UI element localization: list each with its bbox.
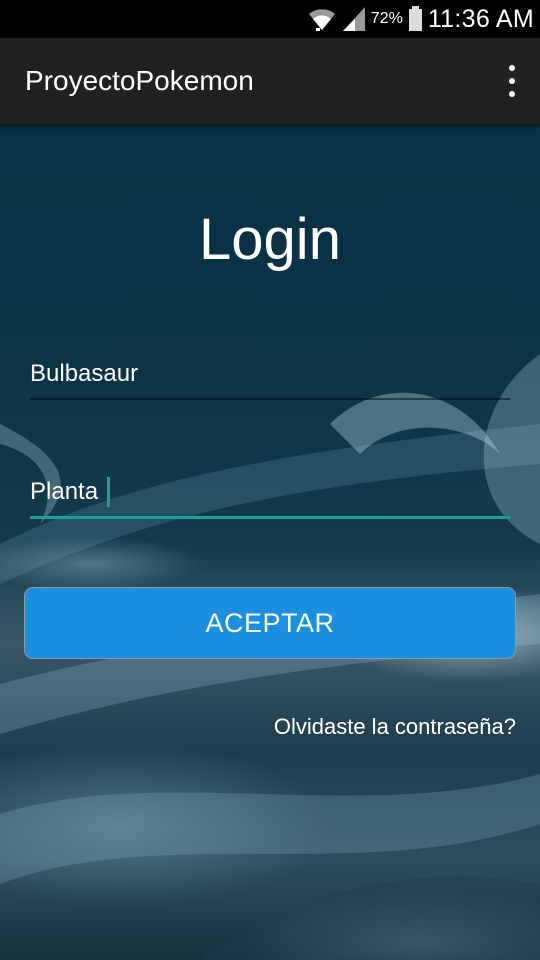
login-screen: Login ACEPTAR Olvidaste la contraseña? [0, 124, 540, 960]
app-title: ProyectoPokemon [25, 65, 254, 96]
accept-button[interactable]: ACEPTAR [24, 587, 516, 659]
login-title: Login [199, 207, 341, 272]
battery-percent: 72% [370, 10, 403, 27]
forgot-password-link[interactable]: Olvidaste la contraseña? [274, 714, 516, 740]
overflow-dot [509, 91, 515, 97]
battery-icon [408, 6, 422, 31]
overflow-dot [509, 78, 515, 84]
status-icons: 72% 11:36 AM [307, 0, 534, 38]
status-time: 11:36 AM [427, 4, 534, 33]
password-field[interactable] [30, 472, 510, 519]
status-bar: 72% 11:36 AM [0, 0, 540, 38]
username-field[interactable] [30, 354, 510, 400]
username-input[interactable] [30, 354, 510, 394]
app-bar: ProyectoPokemon [0, 38, 540, 124]
signal-icon [342, 7, 365, 31]
wifi-icon [307, 6, 337, 32]
overflow-dot [509, 65, 515, 71]
text-cursor [107, 477, 110, 507]
password-input[interactable] [30, 472, 510, 512]
overflow-menu-icon[interactable] [502, 65, 522, 97]
